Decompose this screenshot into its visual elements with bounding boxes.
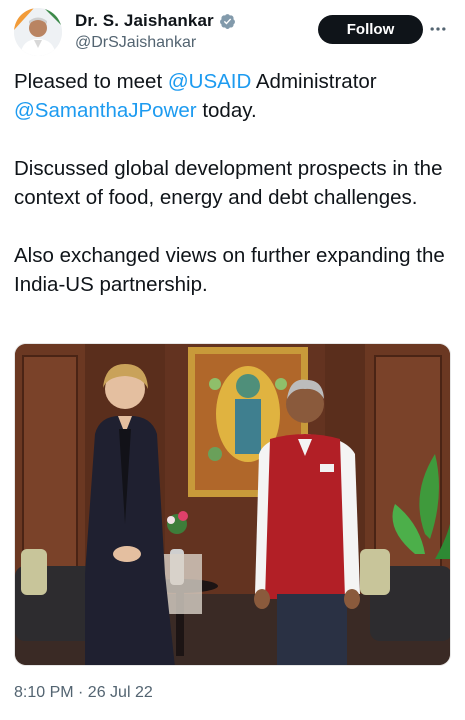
mention-samanthajpower-link[interactable]: @SamanthaJPower [14, 99, 197, 122]
mention-usaid-link[interactable]: @USAID [168, 70, 251, 93]
tweet-paragraph-2: Discussed global development prospects i… [14, 157, 443, 209]
follow-button[interactable]: Follow [318, 15, 423, 44]
author-handle[interactable]: @DrSJaishankar [75, 34, 196, 52]
verified-badge-icon [219, 13, 235, 29]
author-name-row: Dr. S. Jaishankar [75, 11, 236, 31]
more-options-icon[interactable] [428, 19, 448, 39]
tweet-paragraph-3: Also exchanged views on further expandin… [14, 244, 445, 296]
tweet-header: Dr. S. Jaishankar @DrSJaishankar Follow [0, 0, 465, 62]
tweet-text-segment: today. [196, 99, 257, 122]
tweet-body: Pleased to meet @USAID Administrator @Sa… [14, 67, 454, 299]
author-display-name[interactable]: Dr. S. Jaishankar [75, 11, 214, 31]
tweet-paragraph-1: Pleased to meet @USAID Administrator @Sa… [14, 67, 454, 125]
tweet-text-segment: Administrator [251, 70, 377, 93]
author-avatar[interactable] [14, 8, 62, 56]
tweet-photo[interactable] [14, 343, 451, 666]
tweet-text-segment: Pleased to meet [14, 70, 168, 93]
tweet-timestamp[interactable]: 8:10 PM · 26 Jul 22 [14, 684, 153, 702]
